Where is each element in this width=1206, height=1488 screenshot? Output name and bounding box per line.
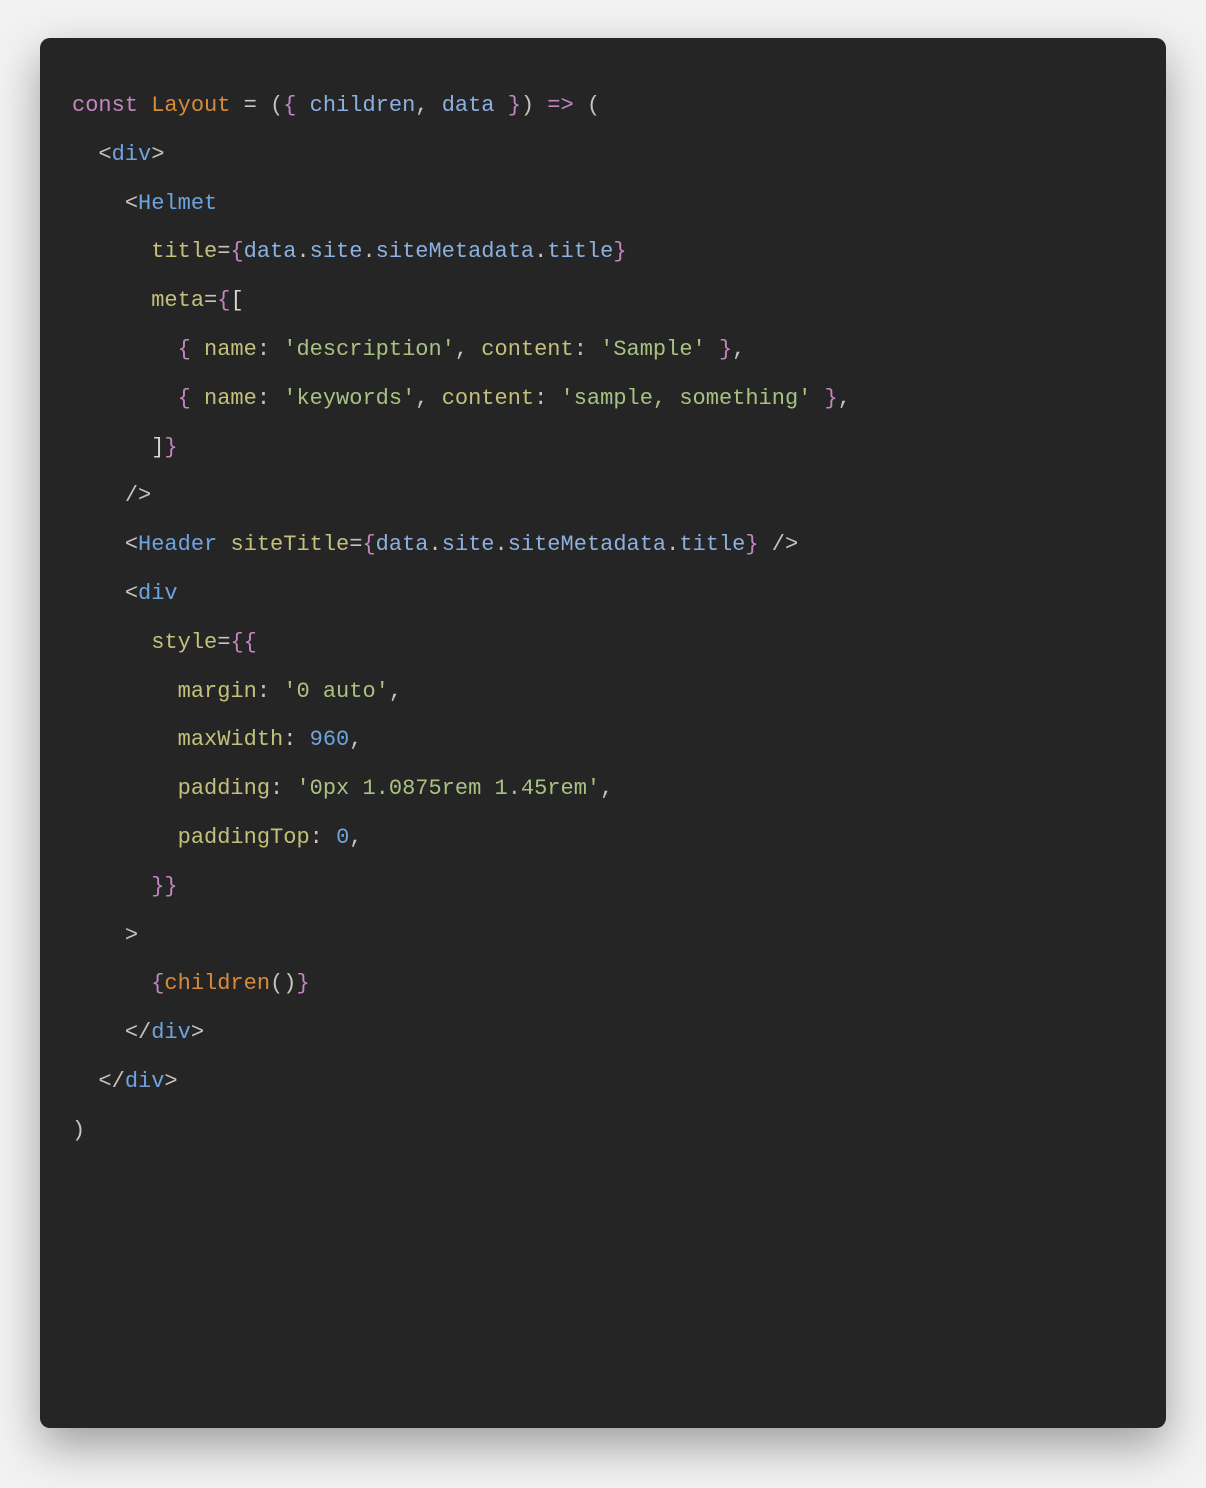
code-line-3: <Helmet xyxy=(72,191,217,216)
code-line-19: {children()} xyxy=(72,971,310,996)
code-line-13: margin: '0 auto', xyxy=(72,679,402,704)
code-line-20: </div> xyxy=(72,1020,204,1045)
code-line-5: meta={[ xyxy=(72,288,244,313)
code-line-17: }} xyxy=(72,874,178,899)
code-line-11: <div xyxy=(72,581,178,606)
code-content: const Layout = ({ children, data }) => (… xyxy=(72,82,1134,1156)
code-line-16: paddingTop: 0, xyxy=(72,825,362,850)
code-line-7: { name: 'keywords', content: 'sample, so… xyxy=(72,386,851,411)
code-line-9: /> xyxy=(72,483,151,508)
code-line-4: title={data.site.siteMetadata.title} xyxy=(72,239,627,264)
code-line-12: style={{ xyxy=(72,630,257,655)
code-line-14: maxWidth: 960, xyxy=(72,727,362,752)
code-block: const Layout = ({ children, data }) => (… xyxy=(40,38,1166,1428)
code-line-10: <Header siteTitle={data.site.siteMetadat… xyxy=(72,532,798,557)
code-line-15: padding: '0px 1.0875rem 1.45rem', xyxy=(72,776,613,801)
code-line-18: > xyxy=(72,923,138,948)
code-line-6: { name: 'description', content: 'Sample'… xyxy=(72,337,745,362)
code-line-21: </div> xyxy=(72,1069,178,1094)
code-line-1: const Layout = ({ children, data }) => ( xyxy=(72,93,600,118)
code-line-8: ]} xyxy=(72,435,178,460)
code-line-22: ) xyxy=(72,1118,85,1143)
code-line-2: <div> xyxy=(72,142,164,167)
